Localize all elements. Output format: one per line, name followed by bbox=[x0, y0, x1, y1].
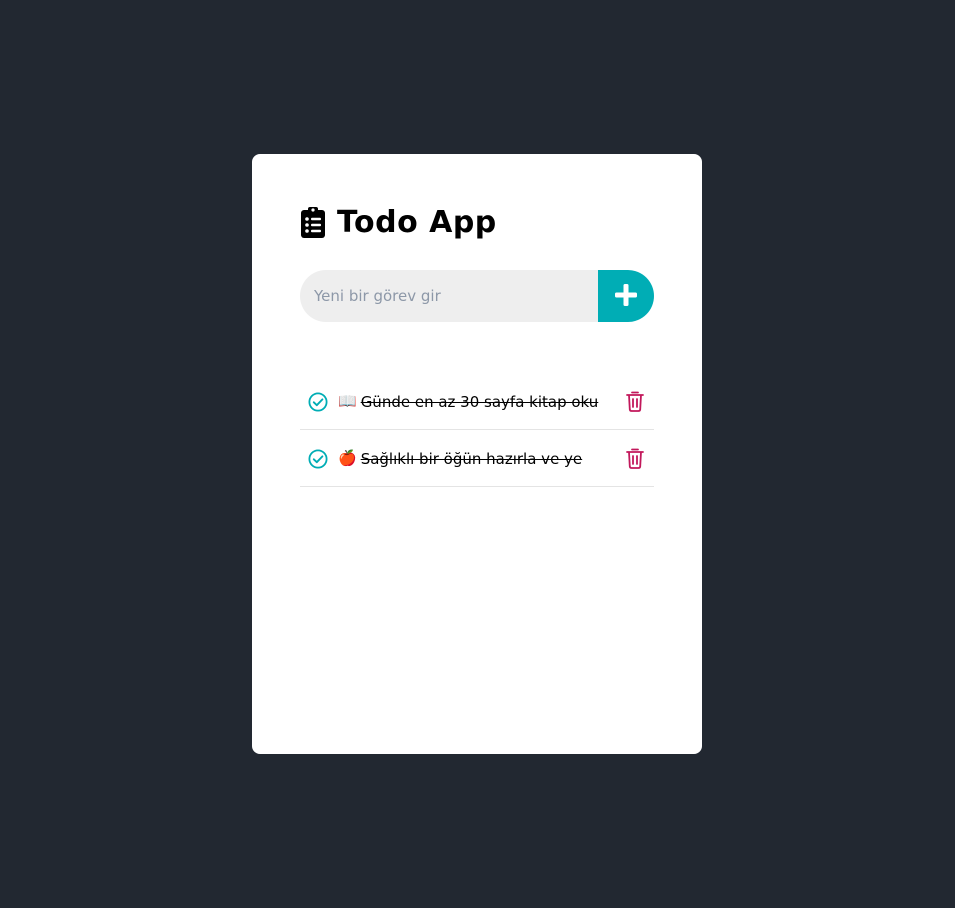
todo-emoji: 📖 bbox=[338, 392, 357, 410]
todo-text: Günde en az 30 sayfa kitap oku bbox=[360, 392, 599, 411]
plus-icon bbox=[615, 283, 637, 309]
todo-item: 📖 Günde en az 30 sayfa kitap oku bbox=[300, 374, 654, 430]
trash-icon[interactable] bbox=[626, 391, 644, 412]
todo-item: 🍎 Sağlıklı bir öğün hazırla ve ye bbox=[300, 431, 654, 487]
todo-emoji: 🍎 bbox=[338, 449, 357, 467]
add-todo-button[interactable] bbox=[598, 270, 654, 322]
todo-list: 📖 Günde en az 30 sayfa kitap oku 🍎 Sağlı… bbox=[300, 374, 654, 487]
new-todo-input[interactable] bbox=[300, 270, 598, 322]
clipboard-list-icon bbox=[300, 206, 326, 238]
check-circle-icon[interactable] bbox=[308, 391, 328, 412]
add-todo-form bbox=[300, 270, 654, 322]
trash-icon[interactable] bbox=[626, 448, 644, 469]
header: Todo App bbox=[300, 204, 654, 240]
check-circle-icon[interactable] bbox=[308, 448, 328, 469]
todo-card: Todo App 📖 Günde en az 30 sayfa kitap ok… bbox=[252, 154, 702, 754]
page-title: Todo App bbox=[337, 204, 497, 240]
todo-text: Sağlıklı bir öğün hazırla ve ye bbox=[360, 449, 583, 468]
